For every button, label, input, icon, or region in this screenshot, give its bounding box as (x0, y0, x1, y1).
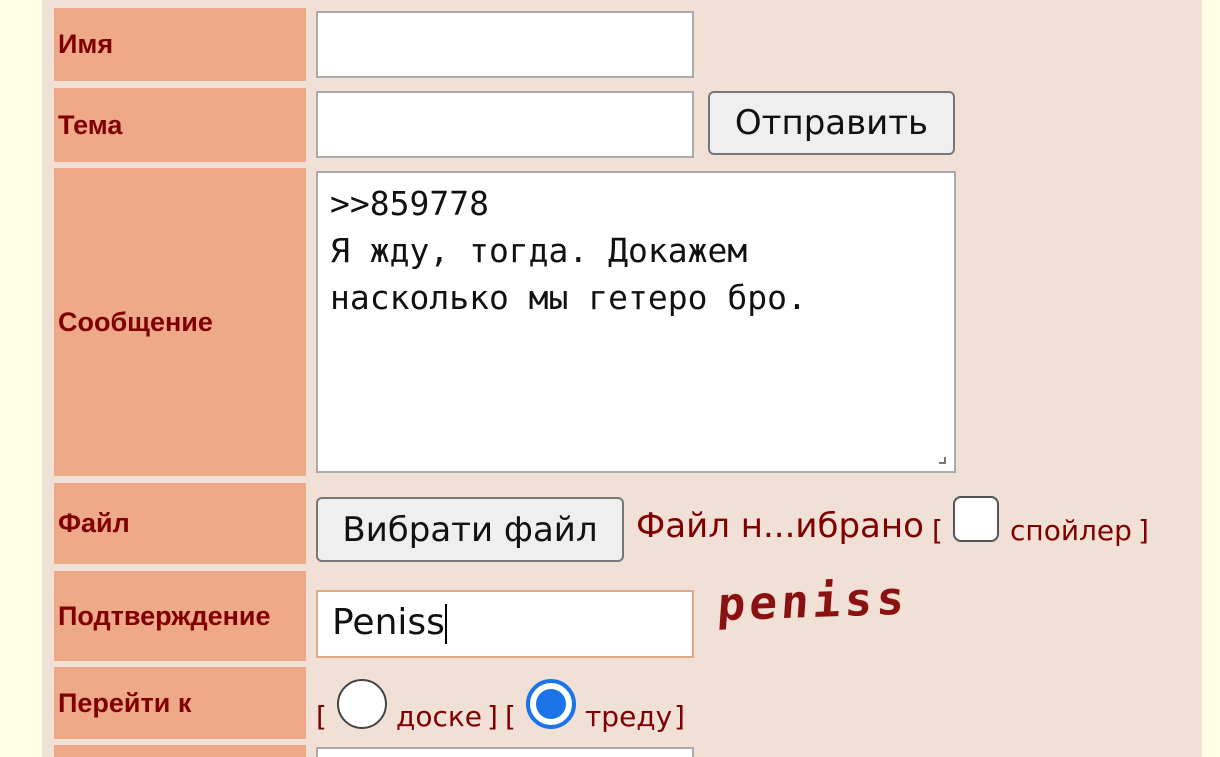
goto-board-radio[interactable] (337, 679, 387, 729)
bracket-close: ] (1138, 514, 1149, 547)
goto-bracket-open-1: [ (316, 700, 327, 733)
goto-bracket-close-1: ] (487, 700, 498, 733)
captcha-input[interactable]: Peniss (316, 590, 694, 658)
next-row-label (54, 745, 306, 757)
goto-bracket-close-2: ] (674, 700, 685, 733)
subject-label: Тема (54, 88, 306, 162)
spoiler-label: спойлер (1010, 514, 1132, 547)
goto-thread-label: треду (585, 700, 673, 733)
name-label: Имя (54, 8, 306, 81)
file-status-text: Файл н...ибрано (636, 506, 924, 546)
goto-label: Перейти к (54, 667, 306, 739)
subject-input[interactable] (316, 91, 694, 158)
submit-button[interactable]: Отправить (708, 91, 955, 155)
textarea-resize-handle[interactable] (939, 457, 950, 468)
file-label: Файл (54, 483, 306, 564)
goto-bracket-open-2: [ (505, 700, 516, 733)
choose-file-button[interactable]: Вибрати файл (316, 497, 624, 562)
name-input[interactable] (316, 11, 694, 78)
message-textarea[interactable]: >>859778 Я жду, тогда. Докажем насколько… (316, 171, 956, 473)
goto-board-label: доске (396, 700, 483, 733)
text-cursor (444, 604, 447, 644)
bracket-open: [ (932, 514, 943, 547)
goto-thread-radio[interactable] (526, 679, 576, 729)
captcha-input-value: Peniss (332, 602, 445, 643)
captcha-image: peniss (715, 570, 911, 632)
next-row-input[interactable] (316, 747, 694, 757)
captcha-label: Подтверждение (54, 571, 306, 661)
message-label: Сообщение (54, 168, 306, 476)
spoiler-checkbox[interactable] (953, 496, 999, 542)
